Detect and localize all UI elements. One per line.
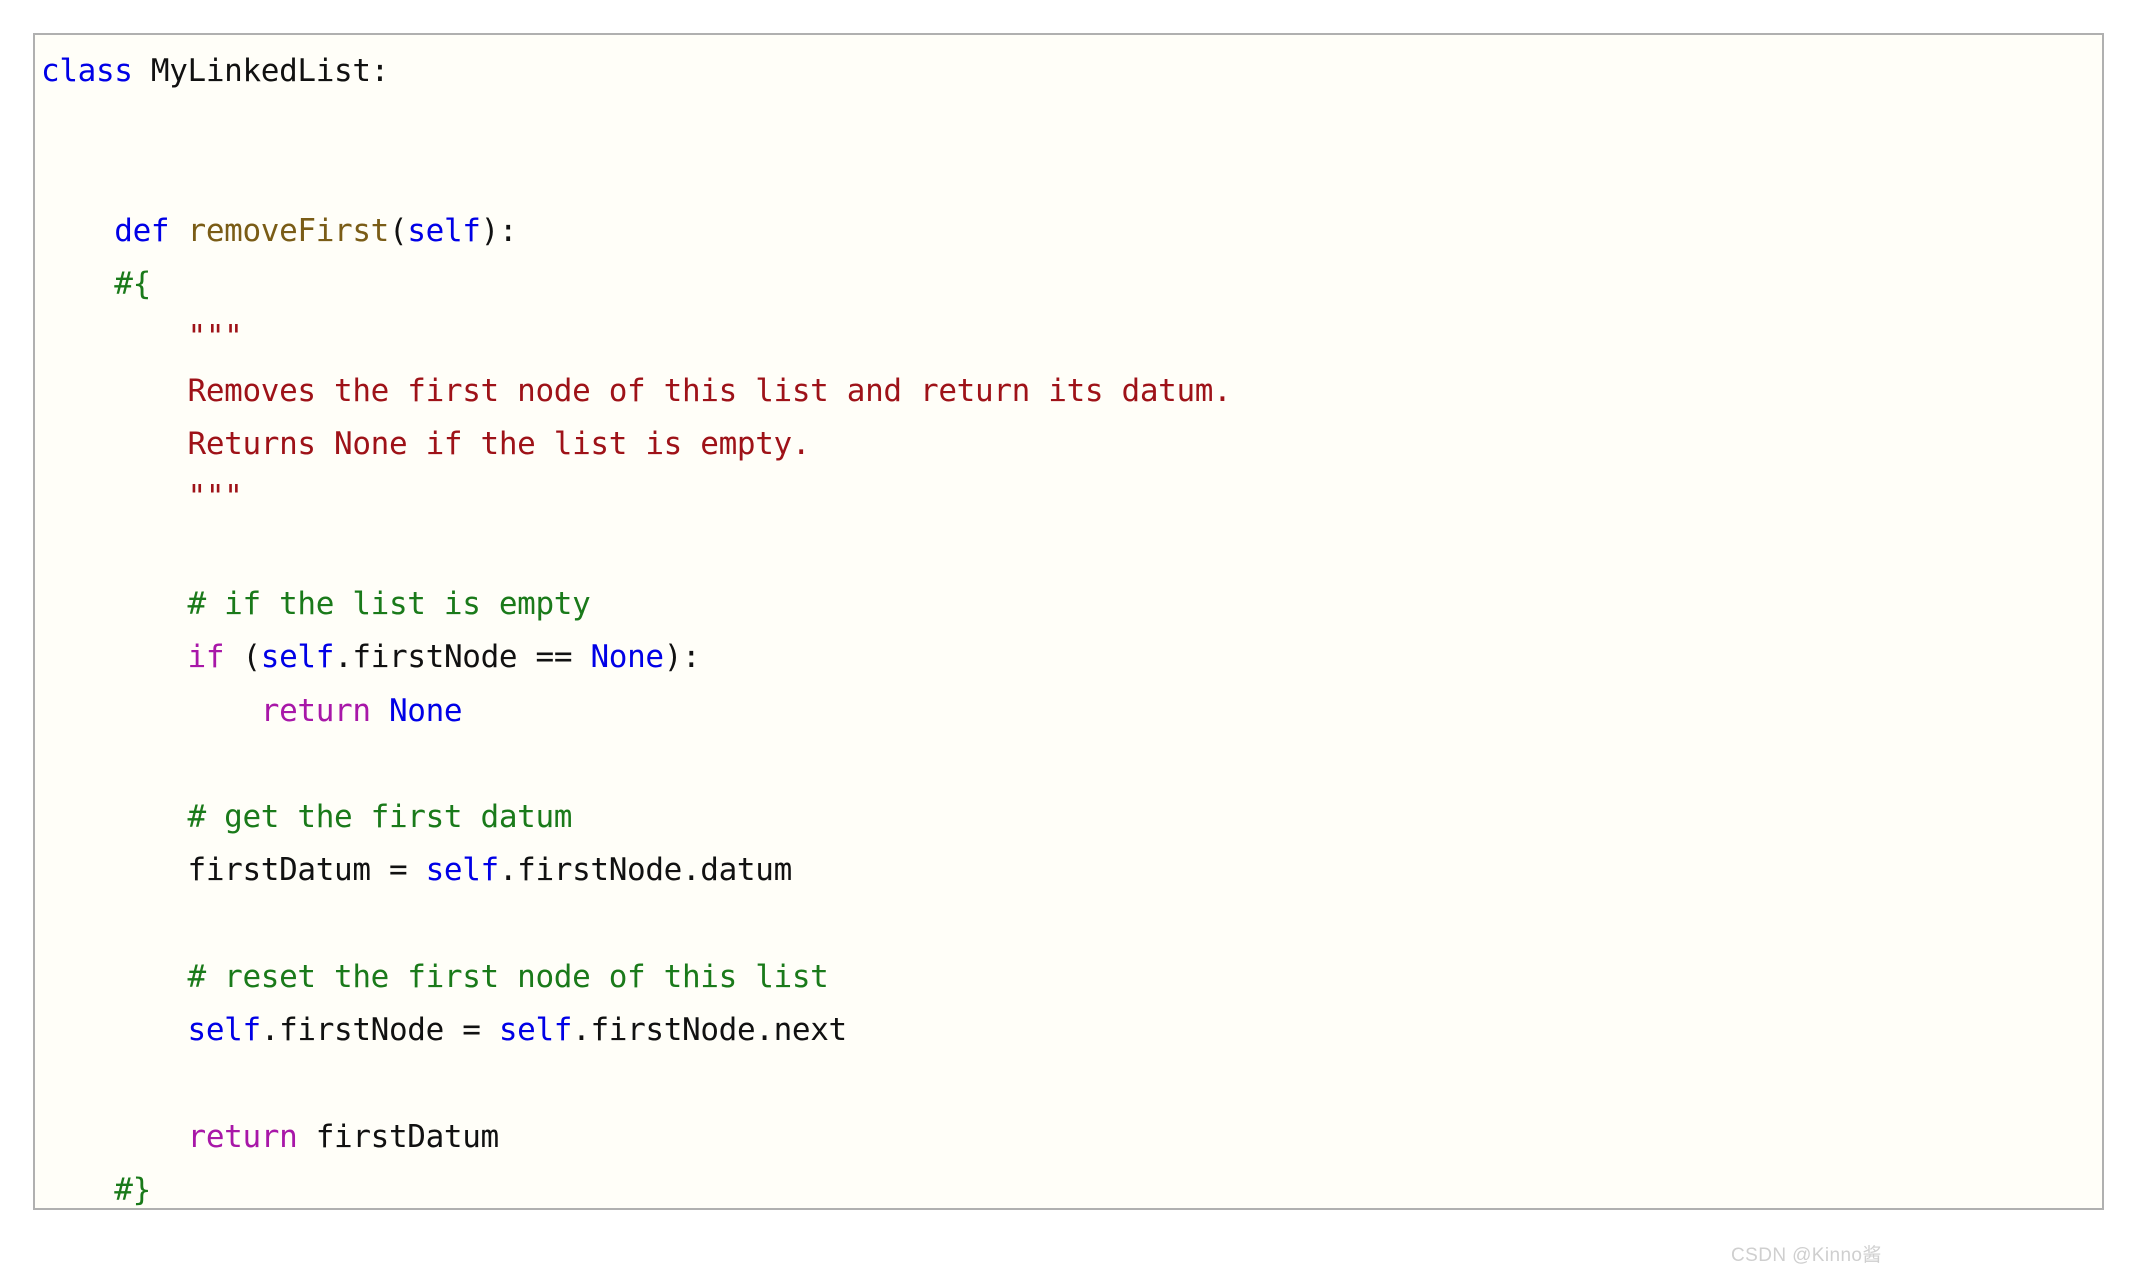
code-token: # reset the first node of this list: [187, 959, 829, 996]
code-line: Returns None if the list is empty.: [41, 418, 1231, 471]
code-token: ):: [663, 639, 701, 676]
code-token: if: [187, 639, 225, 676]
code-token: Returns None if the list is empty.: [187, 426, 811, 463]
code-line: """: [41, 471, 1231, 524]
watermark-label: CSDN @Kinno酱: [1731, 1245, 1882, 1266]
code-token: None: [388, 692, 463, 729]
code-token: ):: [480, 212, 518, 249]
code-line: return None: [41, 685, 1231, 738]
code-line: # if the list is empty: [41, 578, 1231, 631]
code-line: #}: [41, 1164, 1231, 1209]
code-token: self: [260, 639, 335, 676]
code-token: removeFirst: [187, 212, 390, 249]
code-line: class MyLinkedList:: [41, 45, 1231, 98]
code-line: return firstDatum: [41, 1111, 1231, 1164]
code-token: .firstNode =: [260, 1012, 499, 1049]
code-line: """: [41, 311, 1231, 364]
code-token: #}: [114, 1172, 151, 1209]
code-token: MyLinkedList:: [132, 53, 389, 89]
code-token: (: [389, 212, 408, 249]
code-token: """: [187, 479, 243, 516]
code-token: #{: [114, 266, 151, 303]
code-line: #{: [41, 258, 1231, 311]
code-line: # get the first datum: [41, 791, 1231, 844]
code-line: def removeFirst(self):: [41, 205, 1231, 258]
code-token: return: [187, 1118, 298, 1155]
code-token: def: [114, 212, 170, 249]
code-line: if (self.firstNode == None):: [41, 631, 1231, 684]
code-line: Removes the first node of this list and …: [41, 365, 1232, 418]
code-line: firstDatum = self.firstNode.datum: [41, 844, 1231, 897]
code-token: self: [187, 1012, 262, 1049]
code-token: """: [187, 319, 243, 356]
code-token: .firstNode.datum: [498, 852, 792, 889]
code-token: .firstNode.next: [572, 1012, 847, 1049]
code-token: self: [425, 852, 500, 889]
code-token: None: [590, 639, 664, 676]
code-line: # reset the first node of this list: [41, 951, 1231, 1004]
code-listing: class MyLinkedList: def removeFirst(self…: [41, 45, 1232, 1209]
code-token: (: [224, 639, 261, 676]
code-token: firstDatum: [297, 1118, 499, 1155]
code-line: self.firstNode = self.firstNode.next: [41, 1004, 1231, 1057]
code-token: # if the list is empty: [187, 585, 591, 622]
code-token: self: [407, 212, 481, 249]
code-token: .firstNode ==: [334, 639, 591, 676]
code-token: firstDatum =: [41, 852, 426, 889]
code-token: Removes the first node of this list and …: [187, 372, 1232, 409]
code-token: self: [498, 1012, 573, 1049]
code-token: return: [260, 692, 371, 729]
code-snippet-card: class MyLinkedList: def removeFirst(self…: [33, 33, 2104, 1210]
code-token: class: [41, 53, 133, 89]
code-token: # get the first datum: [187, 799, 573, 836]
